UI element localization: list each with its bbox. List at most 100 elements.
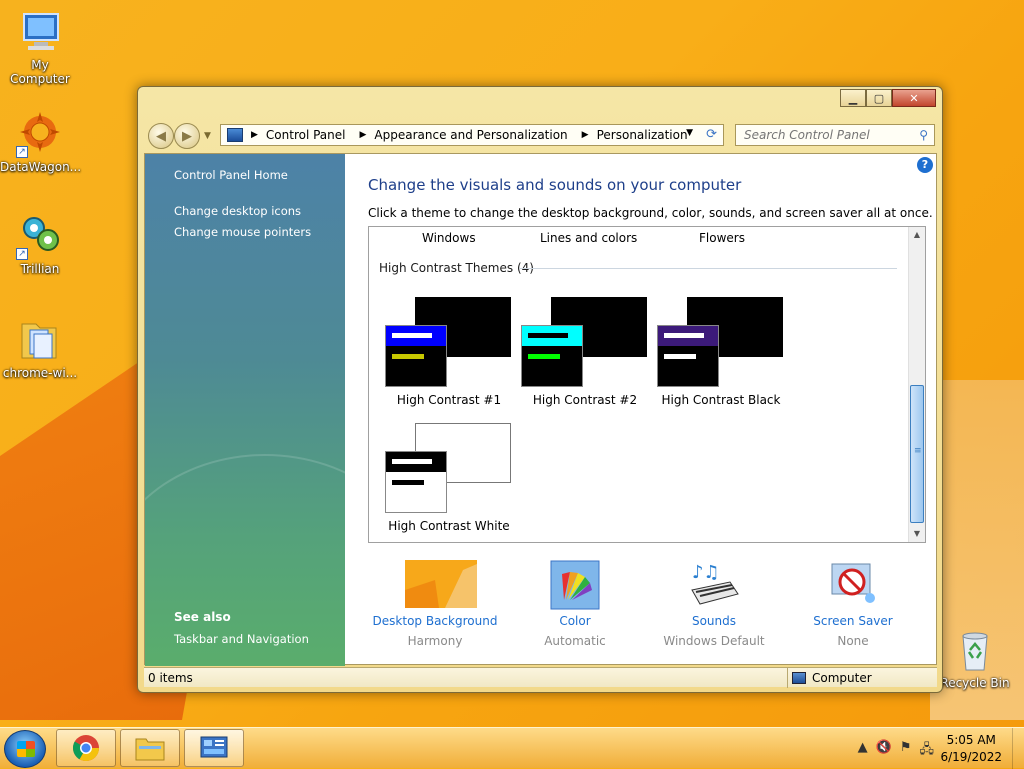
scroll-thumb[interactable]: ≡ [910,385,924,523]
sounds-link[interactable]: ♪♫ Sounds Windows Default [649,560,779,648]
search-input[interactable] [742,127,912,143]
personalization-window: ▁ ▢ ✕ ◀ ▶ ▼ ▶ Control Panel ▶ Appearance… [137,86,943,693]
theme-preview-window [657,325,719,387]
shortcut-arrow-icon: ↗ [16,248,28,260]
action-center-flag-icon[interactable]: ⚑ [900,740,912,762]
sidebar-control-panel-home[interactable]: Control Panel Home [174,168,288,182]
forward-button[interactable]: ▶ [174,123,200,149]
status-bar: 0 items Computer [144,667,937,688]
breadcrumb-separator-icon[interactable]: ▶ [360,130,367,140]
theme-label: High Contrast #2 [532,393,638,407]
theme-high-contrast-black[interactable]: High Contrast Black [657,297,785,417]
high-contrast-group-heading: High Contrast Themes (4) [379,261,534,275]
taskbar-file-explorer[interactable] [120,729,180,767]
show-desktop-button[interactable] [1012,728,1024,769]
bottom-item-value: None [837,634,869,648]
breadcrumb-separator-icon[interactable]: ▶ [251,130,258,140]
desktop-icon-datawagon[interactable]: ↗ DataWagon... [0,110,82,174]
screen-saver-icon [823,560,883,610]
sidebar-change-mouse-pointers[interactable]: Change mouse pointers [174,225,311,239]
volume-muted-icon[interactable]: 🔇 [876,740,892,762]
windows-logo-icon [17,741,35,757]
breadcrumb-control-panel[interactable]: Control Panel [266,128,346,142]
status-item-count: 0 items [148,671,193,685]
status-location-label: Computer [812,671,872,685]
sidebar-change-desktop-icons[interactable]: Change desktop icons [174,204,301,218]
page-description: Click a theme to change the desktop back… [368,206,933,220]
color-link[interactable]: Color Automatic [510,560,640,648]
breadcrumb-separator-icon[interactable]: ▶ [582,130,589,140]
folder-icon [135,738,165,761]
taskbar-control-panel[interactable] [184,729,244,767]
taskbar: ▲ 🔇 ⚑ 🖧 5:05 AM 6/19/2022 [0,727,1024,769]
vertical-scrollbar[interactable]: ▲ ≡ ▼ [908,227,925,542]
desktop-icon-my-computer[interactable]: My Computer [0,8,80,86]
close-icon: ✕ [909,91,919,105]
maximize-button[interactable]: ▢ [866,89,892,107]
recent-pages-dropdown[interactable]: ▼ [204,131,211,141]
back-arrow-icon: ◀ [156,128,166,144]
control-panel-icon [200,736,228,758]
computer-icon [16,8,64,56]
network-icon[interactable]: 🖧 [920,740,935,762]
bottom-item-value: Automatic [544,634,606,648]
address-dropdown-icon[interactable]: ▼ [686,128,693,138]
desktop-background-icon [405,560,477,610]
desktop-icon-label: My Computer [10,58,70,86]
back-button[interactable]: ◀ [148,123,174,149]
color-palette-icon [545,560,605,610]
help-icon[interactable]: ? [917,157,933,173]
theme-windows[interactable]: Windows [422,231,476,245]
folder-icon [16,316,64,364]
theme-high-contrast-1[interactable]: High Contrast #1 [385,297,513,417]
desktop-icon-trillian[interactable]: ↗ Trillian [0,212,80,276]
taskbar-chrome[interactable] [56,729,116,767]
theme-lines-and-colors[interactable]: Lines and colors [540,231,637,245]
desktop-icon-chrome-wi[interactable]: chrome-wi... [0,316,80,380]
scroll-down-icon[interactable]: ▼ [909,526,925,542]
show-hidden-icons-icon[interactable]: ▲ [858,740,868,762]
screen-saver-link[interactable]: Screen Saver None [788,560,918,648]
theme-label: High Contrast White [388,519,510,533]
maximize-icon: ▢ [873,91,885,105]
desktop-icon-recycle-bin[interactable]: Recycle Bin [935,626,1015,690]
theme-high-contrast-2[interactable]: High Contrast #2 [521,297,649,417]
minimize-icon: ▁ [848,91,858,105]
refresh-icon[interactable]: ⟳ [706,127,717,142]
bottom-item-name: Desktop Background [372,614,498,628]
search-icon[interactable]: ⚲ [919,128,928,142]
clock-date: 6/19/2022 [940,750,1002,764]
system-tray: ▲ 🔇 ⚑ 🖧 [858,740,934,762]
scroll-up-icon[interactable]: ▲ [909,227,925,243]
desktop-icon-label: Trillian [20,262,60,276]
page-title: Change the visuals and sounds on your co… [368,176,742,194]
computer-icon [792,672,806,684]
sidebar-taskbar-navigation[interactable]: Taskbar and Navigation [174,632,309,646]
clock[interactable]: 5:05 AM 6/19/2022 [940,732,1002,766]
breadcrumb-personalization[interactable]: Personalization [597,128,688,142]
bottom-item-name: Sounds [691,614,737,628]
forward-arrow-icon: ▶ [182,128,192,144]
close-button[interactable]: ✕ [892,89,936,107]
sounds-icon: ♪♫ [684,560,744,610]
theme-flowers[interactable]: Flowers [699,231,745,245]
desktop-icon-label: DataWagon... [0,160,82,174]
minimize-button[interactable]: ▁ [840,89,866,107]
desktop-background-link[interactable]: Desktop Background Harmony [370,560,500,648]
address-bar[interactable]: ▶ Control Panel ▶ Appearance and Persona… [220,124,724,146]
shortcut-arrow-icon: ↗ [16,146,28,158]
chrome-icon [72,735,100,762]
theme-high-contrast-white[interactable]: High Contrast White [385,423,513,542]
search-box: ⚲ [735,124,935,146]
window-controls: ▁ ▢ ✕ [840,89,936,107]
sidebar: Control Panel Home Change desktop icons … [145,154,345,666]
desktop-icon-label: Recycle Bin [940,676,1010,690]
theme-preview-window [385,451,447,513]
grip-icon: ≡ [914,446,922,456]
bottom-item-value: Harmony [407,634,463,648]
clock-time: 5:05 AM [946,733,996,747]
breadcrumb-appearance[interactable]: Appearance and Personalization [374,128,567,142]
start-button[interactable] [4,730,46,768]
breadcrumb: ▶ Control Panel ▶ Appearance and Persona… [247,128,698,142]
theme-label: High Contrast Black [661,393,781,407]
